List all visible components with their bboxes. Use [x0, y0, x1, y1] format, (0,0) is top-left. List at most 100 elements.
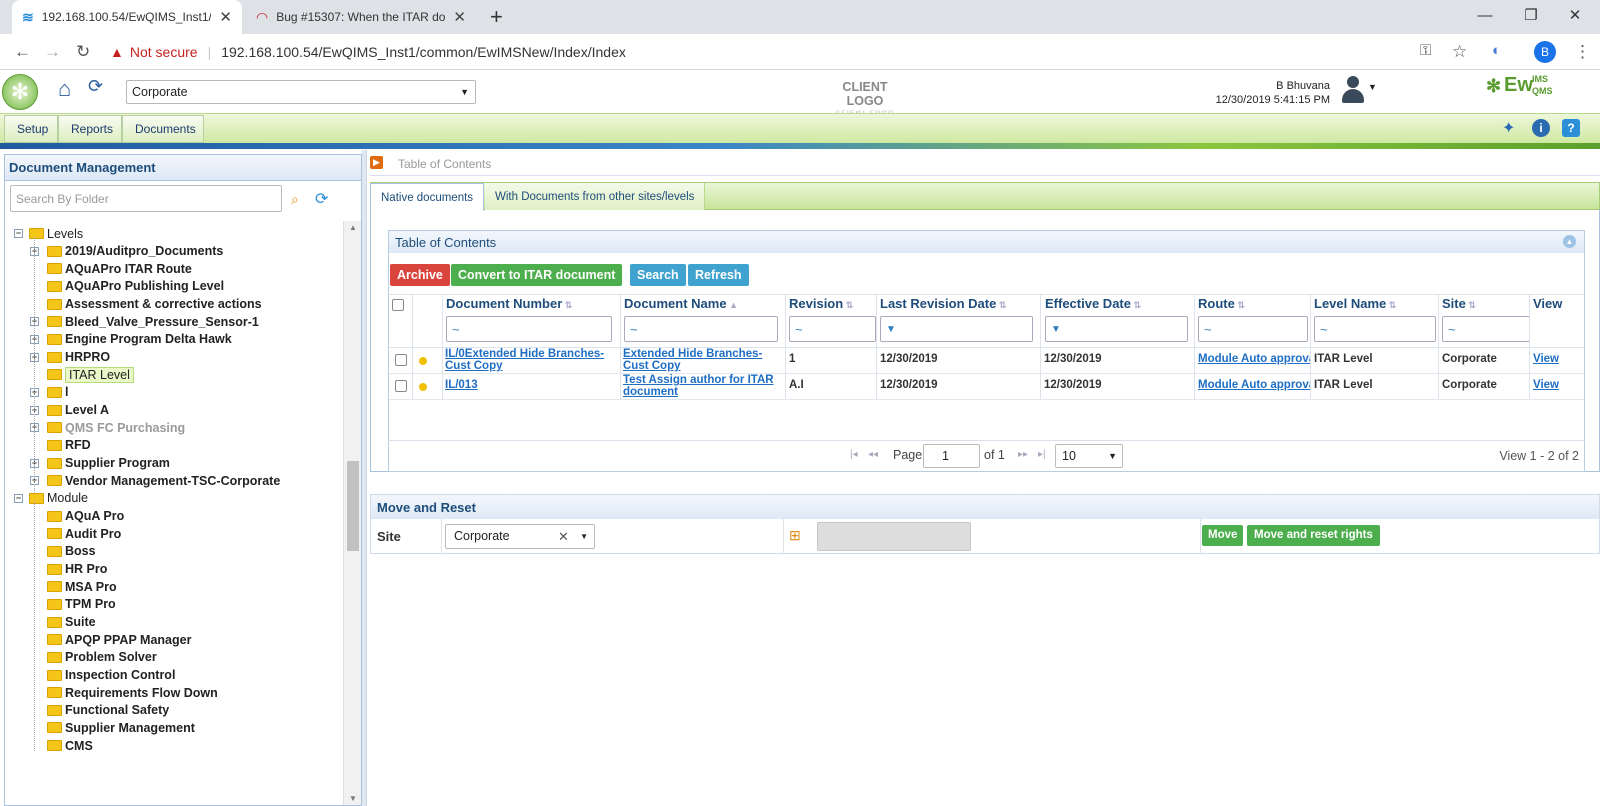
tab-native-documents[interactable]: Native documents	[370, 183, 485, 211]
browser-tab-2[interactable]: ◠ Bug #15307: When the ITAR docu ✕	[246, 0, 476, 34]
convert-itar-button[interactable]: Convert to ITAR document	[451, 264, 623, 286]
filter-site[interactable]: ~	[1442, 316, 1530, 342]
tree-folder-node[interactable]: Problem Solver	[47, 649, 157, 666]
tree-folder-node[interactable]: Audit Pro	[47, 525, 121, 542]
tree-folder-node[interactable]: HR Pro	[47, 561, 107, 578]
star-icon[interactable]: ☆	[1452, 42, 1467, 62]
document-number-link[interactable]: IL/0Extended Hide Branches- Cust Copy	[445, 348, 604, 372]
tree-folder-node[interactable]: + Level A	[30, 402, 109, 419]
profile-avatar[interactable]: B	[1534, 41, 1556, 63]
app-logo-icon[interactable]: ✻	[2, 74, 38, 110]
tree-folder-node[interactable]: Functional Safety	[47, 702, 169, 719]
refresh-tree-icon[interactable]: ⟳	[315, 189, 328, 209]
move-reset-rights-button[interactable]: Move and reset rights	[1247, 525, 1380, 546]
tree-folder-node[interactable]: MSA Pro	[47, 578, 117, 595]
view-link[interactable]: View	[1533, 379, 1559, 391]
tree-root-node[interactable]: − Levels	[14, 225, 83, 242]
tree-folder-node[interactable]: ITAR Level	[47, 366, 134, 383]
forward-icon[interactable]: →	[44, 42, 61, 62]
tree-folder-node[interactable]: + HRPRO	[30, 349, 110, 366]
menu-setup[interactable]: Setup	[4, 115, 58, 143]
folder-search-icon[interactable]: ⌕	[291, 191, 299, 208]
next-page-icon[interactable]: ▸▸	[1018, 449, 1028, 460]
info-icon[interactable]: i	[1532, 119, 1550, 137]
document-number-link[interactable]: IL/013	[445, 379, 478, 391]
tree-folder-node[interactable]: RFD	[47, 437, 91, 454]
col-last-revision-date[interactable]: Last Revision Date ⇅	[880, 296, 1006, 314]
view-link[interactable]: View	[1533, 353, 1559, 365]
tree-folder-node[interactable]: Requirements Flow Down	[47, 684, 218, 701]
minimize-icon[interactable]: —	[1462, 0, 1508, 30]
menu-icon[interactable]: ⋮	[1574, 42, 1591, 62]
filter-last-revision-date[interactable]: ▼	[880, 316, 1033, 342]
tree-folder-node[interactable]: AQuAPro ITAR Route	[47, 260, 192, 277]
tree-folder-node[interactable]: + Bleed_Valve_Pressure_Sensor-1	[30, 313, 259, 330]
route-link[interactable]: Module Auto approva	[1198, 379, 1310, 391]
route-link[interactable]: Module Auto approva	[1198, 353, 1310, 365]
tree-folder-node[interactable]: + Vendor Management-TSC-Corporate	[30, 472, 280, 489]
collapse-node-icon[interactable]: −	[14, 493, 23, 503]
tree-folder-node[interactable]: AQuAPro Publishing Level	[47, 278, 224, 295]
col-effective-date[interactable]: Effective Date ⇅	[1045, 296, 1141, 314]
folder-tree-icon[interactable]: ⊞	[789, 527, 801, 544]
home-icon[interactable]: ⌂	[58, 76, 71, 102]
move-button[interactable]: Move	[1202, 525, 1244, 546]
close-window-icon[interactable]: ✕	[1552, 0, 1598, 30]
reload-icon[interactable]: ↻	[76, 42, 90, 62]
tree-folder-node[interactable]: TPM Pro	[47, 596, 116, 613]
maximize-icon[interactable]: ❐	[1508, 0, 1554, 30]
clear-icon[interactable]: ✕	[558, 525, 569, 548]
refresh-button[interactable]: Refresh	[688, 264, 749, 286]
col-site[interactable]: Site ⇅	[1442, 296, 1476, 314]
tree-folder-node[interactable]: Supplier Management	[47, 719, 195, 736]
select-all-checkbox[interactable]	[392, 299, 404, 311]
tree-scrollbar[interactable]: ▲ ▼	[343, 221, 361, 805]
row-checkbox[interactable]	[395, 354, 407, 366]
col-document-name[interactable]: Document Name ▲	[624, 296, 738, 314]
url-field[interactable]: ▲ Not secure | 192.168.100.54/EwQIMS_Ins…	[110, 38, 1470, 66]
document-name-link[interactable]: Test Assign author for ITAR document	[623, 374, 774, 398]
key-icon[interactable]: ⚿	[1420, 42, 1431, 59]
user-menu-caret-icon[interactable]: ▼	[1368, 82, 1377, 92]
page-size-select[interactable]: 10 ▼	[1055, 444, 1123, 468]
col-level-name[interactable]: Level Name ⇅	[1314, 296, 1396, 314]
last-page-icon[interactable]: ▸|	[1038, 449, 1046, 460]
page-number-input[interactable]: 1	[923, 444, 980, 468]
target-folder-field[interactable]	[817, 522, 971, 551]
tree-folder-node[interactable]: Assessment & corrective actions	[47, 296, 262, 313]
tree-folder-node[interactable]: +2019/Auditpro_Documents	[30, 243, 223, 260]
row-checkbox[interactable]	[395, 380, 407, 392]
tree-folder-node[interactable]: Suite	[47, 614, 96, 631]
tree-root-node[interactable]: − Module	[14, 490, 88, 507]
tree-folder-node[interactable]: + Engine Program Delta Hawk	[30, 331, 232, 348]
close-tab-icon[interactable]: ✕	[453, 8, 466, 26]
tree-folder-node[interactable]: CMS	[47, 737, 93, 754]
table-row[interactable]: IL/013 Test Assign author for ITAR docume…	[389, 374, 1584, 400]
site-select[interactable]: Corporate ▼	[126, 80, 476, 104]
tab-other-sites[interactable]: With Documents from other sites/levels	[485, 183, 706, 210]
close-tab-icon[interactable]: ✕	[219, 8, 232, 26]
filter-revision[interactable]: ~	[789, 316, 876, 342]
col-revision[interactable]: Revision ⇅	[789, 296, 853, 314]
filter-level-name[interactable]: ~	[1314, 316, 1436, 342]
folder-search-input[interactable]: Search By Folder	[10, 185, 282, 212]
user-avatar-icon[interactable]	[1340, 74, 1366, 104]
tree-folder-node[interactable]: AQuA Pro	[47, 508, 124, 525]
tree-folder-node[interactable]: + l	[30, 384, 68, 401]
sync-icon[interactable]: ⟳	[88, 76, 103, 97]
tree-folder-node[interactable]: Boss	[47, 543, 96, 560]
filter-route[interactable]: ~	[1198, 316, 1308, 342]
filter-document-name[interactable]: ~	[624, 316, 778, 342]
tree-folder-node[interactable]: + Supplier Program	[30, 455, 170, 472]
archive-button[interactable]: Archive	[390, 264, 450, 286]
pin-icon[interactable]: ✦	[1502, 118, 1515, 138]
collapse-node-icon[interactable]: −	[14, 229, 23, 238]
col-document-number[interactable]: Document Number ⇅	[446, 296, 572, 314]
splitter[interactable]	[362, 150, 366, 806]
tree-folder-node[interactable]: + QMS FC Purchasing	[30, 419, 185, 436]
col-route[interactable]: Route ⇅	[1198, 296, 1245, 314]
menu-documents[interactable]: Documents	[122, 115, 204, 143]
filter-document-number[interactable]: ~	[446, 316, 612, 342]
move-site-select[interactable]: Corporate ✕ ▼	[445, 524, 595, 549]
tree-folder-node[interactable]: Inspection Control	[47, 667, 175, 684]
